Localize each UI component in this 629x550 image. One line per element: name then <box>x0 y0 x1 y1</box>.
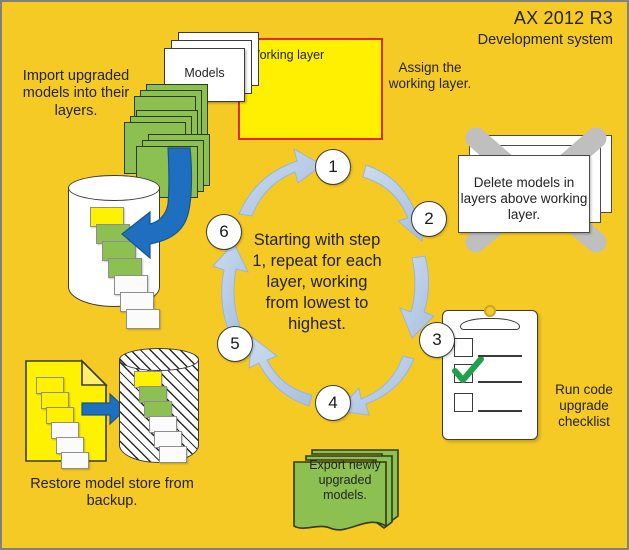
arrow-6-to-1 <box>238 147 323 217</box>
step-circle-6[interactable]: 6 <box>206 214 242 250</box>
diagram-canvas: AX 2012 R3 Development system Working la… <box>0 0 629 550</box>
arrow-5-to-6 <box>212 242 249 330</box>
arrow-4-to-5 <box>248 336 313 407</box>
step-circle-5[interactable]: 5 <box>217 326 253 362</box>
step-circle-1[interactable]: 1 <box>315 149 351 185</box>
step-circle-3[interactable]: 3 <box>419 322 455 358</box>
cycle-center-text: Starting with step 1, repeat for each la… <box>252 231 382 334</box>
step-circle-2[interactable]: 2 <box>411 201 447 237</box>
step-circle-4[interactable]: 4 <box>315 385 351 421</box>
